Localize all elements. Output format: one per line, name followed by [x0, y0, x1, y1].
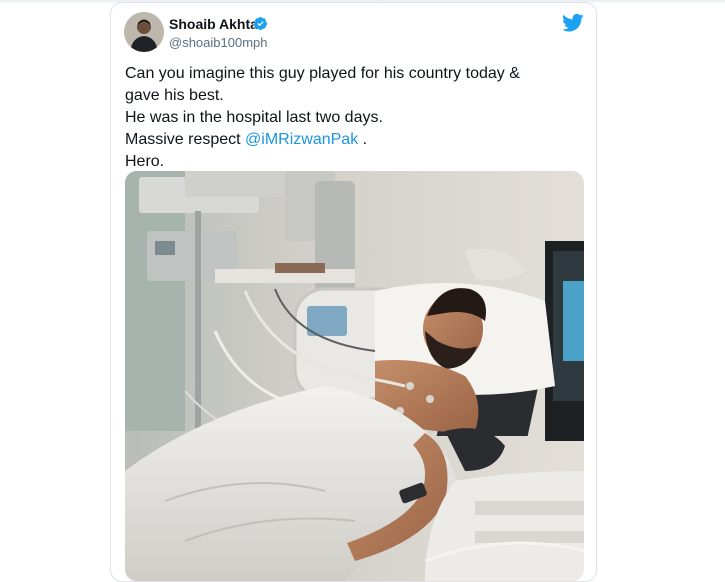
twitter-bird-icon[interactable] [562, 13, 584, 33]
author-handle[interactable]: @shoaib100mph [169, 35, 267, 50]
tweet-card: Shoaib Akhtar @shoaib100mph Can you imag… [110, 2, 597, 582]
respect-prefix: Massive respect [125, 131, 246, 148]
verified-badge-icon [253, 16, 268, 31]
author-name[interactable]: Shoaib Akhtar [169, 16, 263, 32]
tweet-text-line: He was in the hospital last two days. [125, 109, 383, 126]
tweet-text-line: gave his best. [125, 87, 224, 104]
tweet-text: Can you imagine this guy played for his … [125, 63, 580, 173]
respect-suffix: . [358, 131, 368, 148]
tweet-text-line: Can you imagine this guy played for his … [125, 65, 520, 82]
tweet-text-line: Hero. [125, 153, 165, 170]
tweet-text-line: Massive respect @iMRizwanPak . [125, 129, 580, 151]
tweet-photo[interactable] [125, 171, 584, 581]
mention-link[interactable]: @iMRizwanPak [245, 131, 358, 148]
author-avatar[interactable] [124, 12, 164, 52]
